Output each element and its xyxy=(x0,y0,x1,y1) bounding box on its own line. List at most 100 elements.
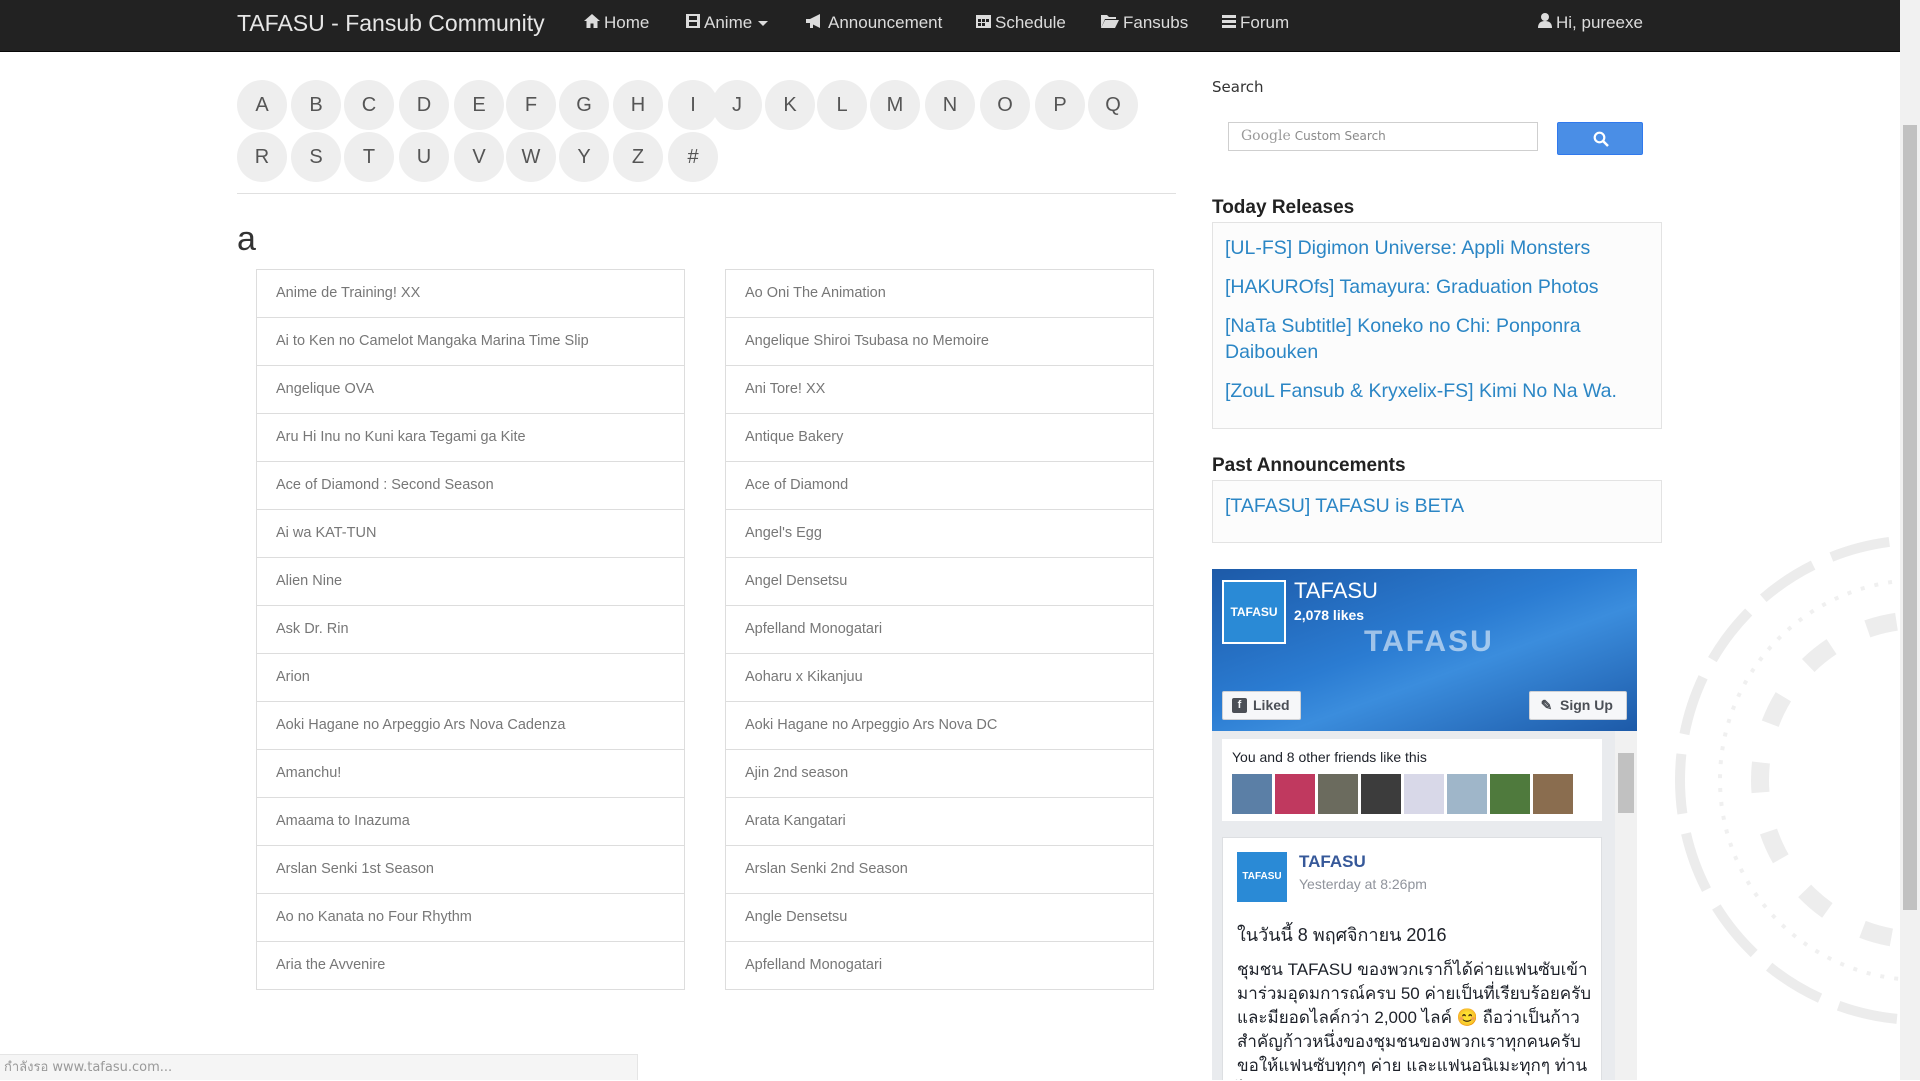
brand-link[interactable]: TAFASU - Fansub Community xyxy=(237,0,545,46)
top-navbar: TAFASU - Fansub Community Home Anime Ann… xyxy=(0,0,1900,52)
facebook-post-time[interactable]: Yesterday at 8:26pm xyxy=(1299,876,1427,892)
anime-list-item[interactable]: Ajin 2nd season xyxy=(725,749,1154,798)
nav-schedule[interactable]: Schedule xyxy=(976,0,1066,46)
friend-avatar[interactable] xyxy=(1447,774,1487,814)
anime-list-item[interactable]: Ask Dr. Rin xyxy=(256,605,685,654)
friend-avatar[interactable] xyxy=(1533,774,1573,814)
friend-avatar[interactable] xyxy=(1275,774,1315,814)
letter-filter-button[interactable]: J xyxy=(712,80,762,130)
page-scrollbar-thumb[interactable] xyxy=(1903,125,1917,910)
anime-list-item[interactable]: Aoharu x Kikanjuu xyxy=(725,653,1154,702)
letter-filter-button[interactable]: # xyxy=(668,132,718,182)
anime-list-item[interactable]: Angelique OVA xyxy=(256,365,685,414)
letter-filter-button[interactable]: N xyxy=(925,80,975,130)
release-link[interactable]: [ZouL Fansub & Kryxelix-FS] Kimi No Na W… xyxy=(1225,378,1649,404)
release-link[interactable]: [HAKUROfs] Tamayura: Graduation Photos xyxy=(1225,274,1649,300)
anime-list-item[interactable]: Ace of Diamond xyxy=(725,461,1154,510)
google-logo: Google xyxy=(1241,128,1291,144)
letter-filter-button[interactable]: C xyxy=(344,80,394,130)
anime-list-item[interactable]: Ani Tore! XX xyxy=(725,365,1154,414)
letter-filter-button[interactable]: P xyxy=(1035,80,1085,130)
friend-avatar[interactable] xyxy=(1490,774,1530,814)
nav-anime-dropdown[interactable]: Anime xyxy=(686,0,769,46)
letter-filter-button[interactable]: T xyxy=(344,132,394,182)
anime-list-item[interactable]: Ace of Diamond : Second Season xyxy=(256,461,685,510)
letter-filter-button[interactable]: H xyxy=(613,80,663,130)
anime-list-item[interactable]: Apfelland Monogatari xyxy=(725,941,1154,990)
facebook-post-avatar[interactable]: TAFASU xyxy=(1237,852,1287,902)
anime-list-item[interactable]: Aoki Hagane no Arpeggio Ars Nova DC xyxy=(725,701,1154,750)
letter-filter-button[interactable]: L xyxy=(817,80,867,130)
anime-list-item[interactable]: Arslan Senki 2nd Season xyxy=(725,845,1154,894)
letter-filter-button[interactable]: B xyxy=(291,80,341,130)
nav-home[interactable]: Home xyxy=(584,0,649,46)
anime-list-item[interactable]: Angel's Egg xyxy=(725,509,1154,558)
release-link[interactable]: [NaTa Subtitle] Koneko no Chi: Ponponra … xyxy=(1225,313,1649,365)
facebook-page-name[interactable]: TAFASU xyxy=(1294,578,1378,604)
facebook-post-text-line: ไปด้วยกันประสบความ สุข ความเจริญครับ ❤️ xyxy=(1237,1076,1570,1080)
letter-filter-button[interactable]: E xyxy=(454,80,504,130)
anime-list-item[interactable]: Angel Densetsu xyxy=(725,557,1154,606)
letter-filter-button[interactable]: U xyxy=(399,132,449,182)
facebook-page-logo[interactable]: TAFASU xyxy=(1222,580,1286,644)
folder-open-icon xyxy=(1101,1,1119,47)
today-releases-heading: Today Releases xyxy=(1212,197,1355,218)
letter-filter-button[interactable]: V xyxy=(454,132,504,182)
anime-list-item[interactable]: Arata Kangatari xyxy=(725,797,1154,846)
nav-fansubs[interactable]: Fansubs xyxy=(1101,0,1188,46)
letter-filter-button[interactable]: R xyxy=(237,132,287,182)
release-link[interactable]: [UL-FS] Digimon Universe: Appli Monsters xyxy=(1225,235,1649,261)
nav-announcement[interactable]: Announcement xyxy=(806,0,942,46)
letter-filter-button[interactable]: Q xyxy=(1088,80,1138,130)
letter-filter-button[interactable]: D xyxy=(399,80,449,130)
anime-list-item[interactable]: Angle Densetsu xyxy=(725,893,1154,942)
nav-home-label: Home xyxy=(604,13,650,32)
facebook-post-text-line: ชุมชน TAFASU ของพวกเราก็ได้ค่ายแฟนซับเข้… xyxy=(1237,960,1588,979)
anime-list-item[interactable]: Arion xyxy=(256,653,685,702)
anime-list-item[interactable]: Antique Bakery xyxy=(725,413,1154,462)
letter-filter-button[interactable]: F xyxy=(506,80,556,130)
letter-filter-button[interactable]: M xyxy=(870,80,920,130)
anime-list-item[interactable]: Apfelland Monogatari xyxy=(725,605,1154,654)
letter-filter-button[interactable]: I xyxy=(668,80,718,130)
anime-list-item[interactable]: Ai to Ken no Camelot Mangaka Marina Time… xyxy=(256,317,685,366)
friend-avatar[interactable] xyxy=(1404,774,1444,814)
nav-user-menu[interactable]: Hi, pureexe xyxy=(1538,0,1643,46)
letter-filter-button[interactable]: A xyxy=(237,80,287,130)
anime-list-item[interactable]: Anime de Training! XX xyxy=(256,269,685,318)
letter-filter-button[interactable]: Z xyxy=(613,132,663,182)
letter-filter-button[interactable]: O xyxy=(980,80,1030,130)
facebook-cover: TAFASU TAFASU 2,078 likes TAFASU f Liked … xyxy=(1212,569,1637,731)
facebook-timeline: You and 8 other friends like this TAFASU… xyxy=(1212,731,1637,1080)
anime-list-item[interactable]: Ao no Kanata no Four Rhythm xyxy=(256,893,685,942)
facebook-signup-button[interactable]: ✎ Sign Up xyxy=(1529,691,1627,720)
anime-list-item[interactable]: Aoki Hagane no Arpeggio Ars Nova Cadenza xyxy=(256,701,685,750)
anime-list-item[interactable]: Arslan Senki 1st Season xyxy=(256,845,685,894)
facebook-post-text-line: ในวันนี้ 8 พฤศจิกายน 2016 xyxy=(1237,925,1447,945)
facebook-liked-button[interactable]: f Liked xyxy=(1222,691,1301,720)
friend-avatar[interactable] xyxy=(1361,774,1401,814)
anime-list-item[interactable]: Ao Oni The Animation xyxy=(725,269,1154,318)
anime-list-item[interactable]: Alien Nine xyxy=(256,557,685,606)
anime-list-right: Ao Oni The Animation Angelique Shiroi Tsu… xyxy=(725,269,1154,990)
friend-avatar[interactable] xyxy=(1232,774,1272,814)
anime-list-item[interactable]: Aru Hi Inu no Kuni kara Tegami ga Kite xyxy=(256,413,685,462)
search-button[interactable] xyxy=(1557,122,1643,155)
friend-avatar[interactable] xyxy=(1318,774,1358,814)
nav-schedule-label: Schedule xyxy=(995,13,1066,32)
letter-filter-button[interactable]: K xyxy=(765,80,815,130)
letter-filter-button[interactable]: S xyxy=(291,132,341,182)
nav-user-label: Hi, pureexe xyxy=(1556,13,1643,32)
letter-filter-button[interactable]: G xyxy=(559,80,609,130)
anime-list-item[interactable]: Aria the Avvenire xyxy=(256,941,685,990)
anime-list-item[interactable]: Ai wa KAT-TUN xyxy=(256,509,685,558)
letter-filter-button[interactable]: Y xyxy=(559,132,609,182)
anime-list-item[interactable]: Amaama to Inazuma xyxy=(256,797,685,846)
anime-list-item[interactable]: Angelique Shiroi Tsubasa no Memoire xyxy=(725,317,1154,366)
nav-forum[interactable]: Forum xyxy=(1222,0,1289,46)
anime-list-item[interactable]: Amanchu! xyxy=(256,749,685,798)
announcement-link[interactable]: [TAFASU] TAFASU is BETA xyxy=(1225,493,1649,519)
facebook-post-author[interactable]: TAFASU xyxy=(1299,852,1366,872)
letter-filter-button[interactable]: W xyxy=(506,132,556,182)
search-input[interactable]: Google Custom Search xyxy=(1228,122,1538,151)
